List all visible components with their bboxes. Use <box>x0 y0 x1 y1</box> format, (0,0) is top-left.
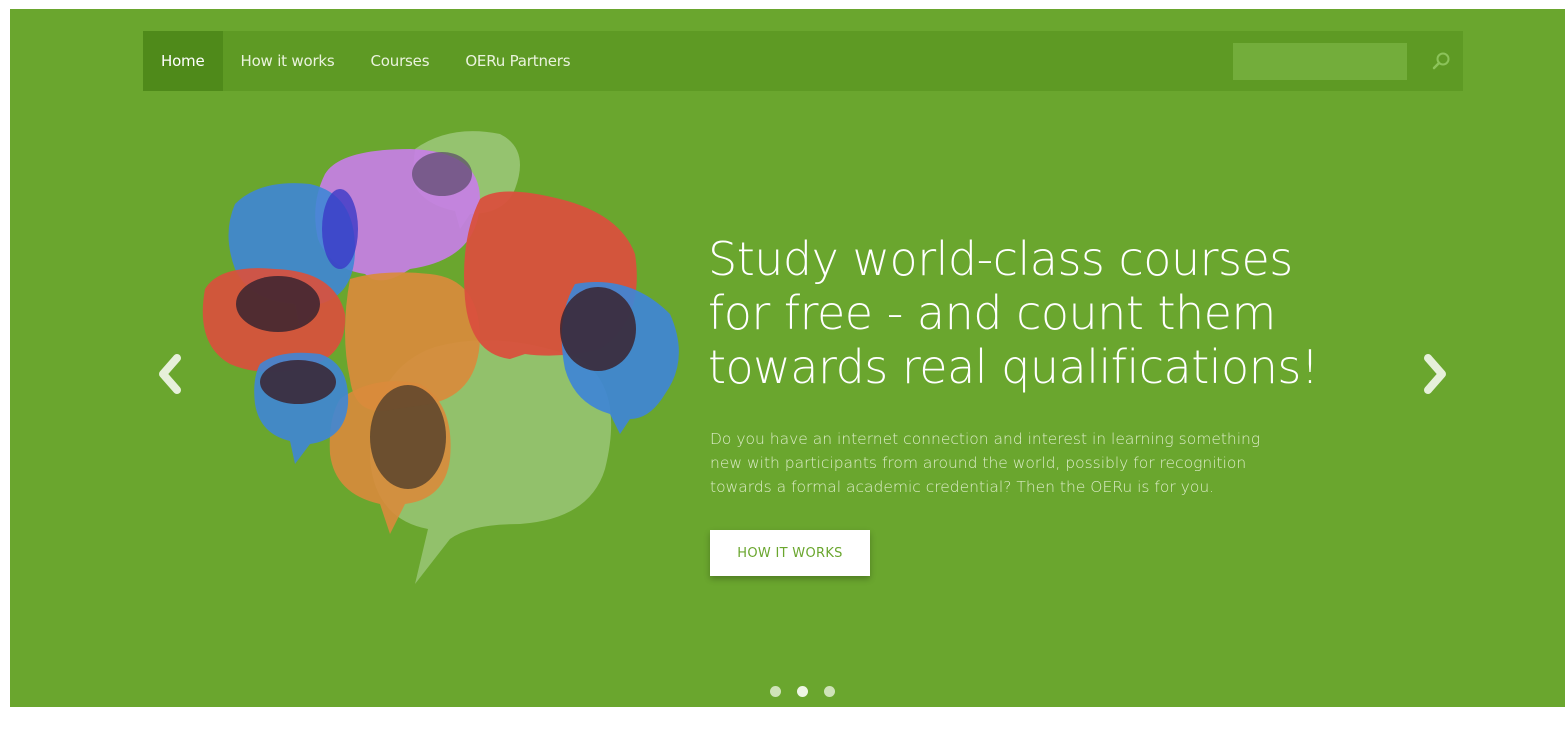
carousel-dot-2[interactable] <box>797 686 808 697</box>
carousel-dot-3[interactable] <box>824 686 835 697</box>
nav-item-courses[interactable]: Courses <box>353 31 448 91</box>
overlap-dark-2 <box>260 360 336 404</box>
chevron-right-icon <box>1424 354 1446 394</box>
headline-line: towards real qualifications! <box>708 340 1319 394</box>
overlap-dark-1 <box>236 276 320 332</box>
how-it-works-button[interactable]: HOW IT WORKS <box>710 530 870 576</box>
lead-line: towards a formal academic credential? Th… <box>710 478 1215 496</box>
hero-headline: Study world-class courses for free - and… <box>708 232 1348 394</box>
top-navbar: Home How it works Courses OERu Partners <box>143 31 1463 91</box>
nav-item-how-it-works[interactable]: How it works <box>223 31 353 91</box>
search-button[interactable] <box>1419 31 1463 91</box>
overlap-dark-4 <box>560 287 636 371</box>
hero-section: Home How it works Courses OERu Partners <box>10 9 1565 707</box>
search-icon <box>1432 52 1450 70</box>
lead-line: new with participants from around the wo… <box>710 454 1247 472</box>
headline-line: for free - and count them <box>708 286 1276 340</box>
headline-line: Study world-class courses <box>708 232 1293 286</box>
overlap-blue-purple <box>322 189 358 269</box>
speech-bubbles-illustration <box>202 131 679 584</box>
nav-item-oeru-partners[interactable]: OERu Partners <box>447 31 588 91</box>
overlap-dark-5 <box>412 152 472 196</box>
carousel-indicators <box>770 686 835 697</box>
hero-lead-text: Do you have an internet connection and i… <box>710 427 1330 499</box>
nav-item-home[interactable]: Home <box>143 31 223 91</box>
carousel-next-button[interactable] <box>1410 349 1460 399</box>
overlap-dark-3 <box>370 385 446 489</box>
search-input[interactable] <box>1233 42 1407 80</box>
lead-line: Do you have an internet connection and i… <box>710 430 1261 448</box>
carousel-dot-1[interactable] <box>770 686 781 697</box>
